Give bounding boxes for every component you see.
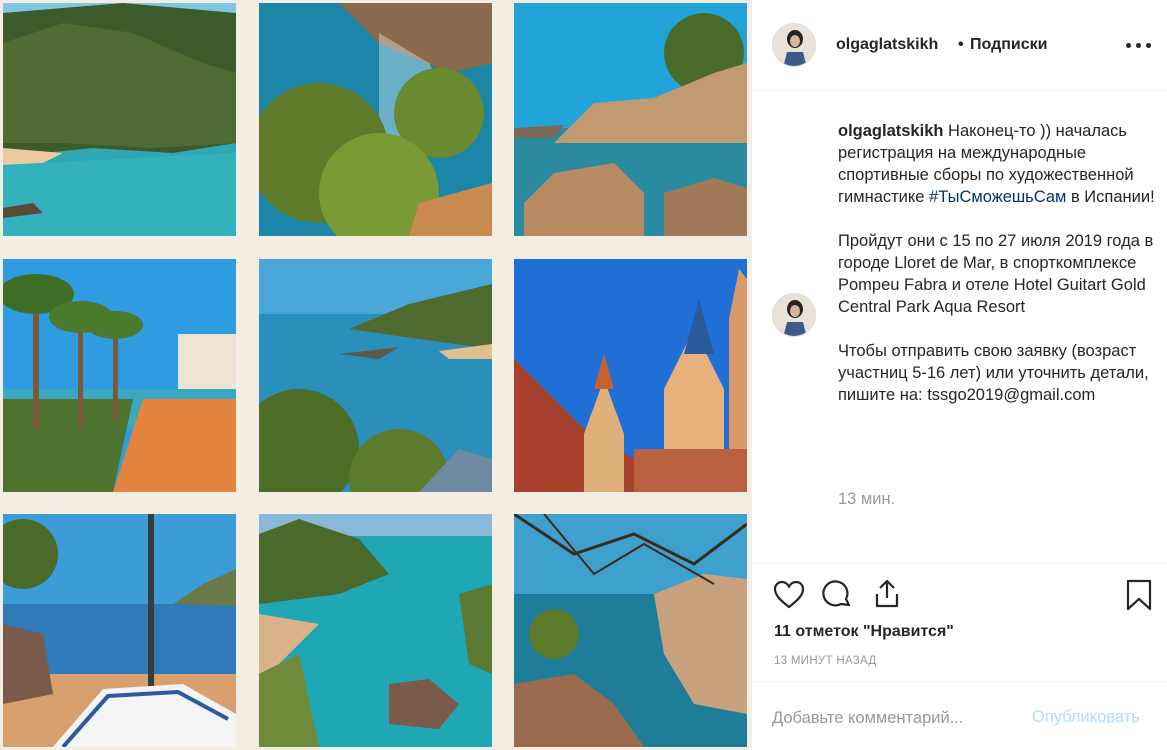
photo-tile-church-towers	[514, 259, 747, 492]
following-button[interactable]: Подписки	[970, 36, 1047, 54]
hashtag-link[interactable]: #ТыСможешьСам	[929, 188, 1066, 206]
more-horizontal-icon[interactable]	[1126, 34, 1152, 56]
avatar[interactable]	[772, 23, 816, 67]
header-separator: •	[958, 36, 964, 53]
caption-timestamp: 13 мин.	[838, 490, 896, 508]
photo-tile-turquoise-cove	[259, 514, 492, 747]
speech-bubble-icon[interactable]	[820, 578, 854, 612]
comment-input[interactable]	[772, 706, 1022, 730]
post-caption: olgaglatskikh Наконец-то )) началась рег…	[838, 120, 1158, 406]
post-actions: 11 отметок "Нравится" 13 МИНУТ НАЗАД	[752, 563, 1167, 681]
photo-tile-rocky-shore	[514, 3, 747, 236]
photo-tile-cove-branches	[514, 514, 747, 747]
photo-tile-sea-pines	[259, 3, 492, 236]
heart-icon[interactable]	[772, 578, 806, 612]
photo-tile-palm-promenade	[3, 259, 236, 492]
publish-button[interactable]: Опубликовать	[1032, 708, 1140, 727]
post-header: olgaglatskikh • Подписки	[752, 0, 1167, 91]
photo-tile-boat-beach	[3, 514, 236, 747]
share-icon[interactable]	[870, 577, 904, 611]
add-comment-bar: Опубликовать	[752, 681, 1167, 750]
post-sidebar: olgaglatskikh • Подписки olgaglatskikh Н…	[751, 0, 1167, 750]
caption-text-body: в Испании! Пройдут они с 15 по 27 июля 2…	[838, 188, 1155, 404]
photo-tile-bay-view	[259, 259, 492, 492]
likes-count[interactable]: 11 отметок "Нравится"	[774, 623, 954, 641]
header-username-link[interactable]: olgaglatskikh	[836, 36, 938, 54]
post-media-collage[interactable]	[0, 0, 751, 750]
caption-avatar[interactable]	[772, 293, 816, 337]
caption-username-link[interactable]: olgaglatskikh	[838, 122, 943, 140]
post-time-ago: 13 МИНУТ НАЗАД	[774, 655, 877, 667]
bookmark-icon[interactable]	[1122, 578, 1156, 612]
photo-tile-coastal-cliff	[3, 3, 236, 236]
